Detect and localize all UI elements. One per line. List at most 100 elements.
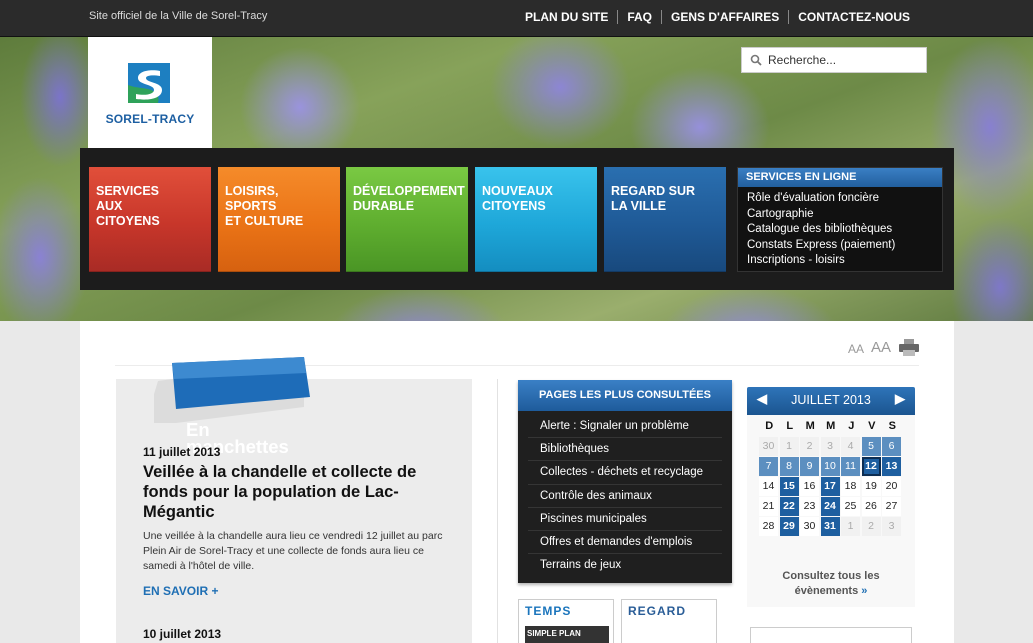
read-more-link[interactable]: EN SAVOIR + bbox=[143, 584, 218, 598]
thumbnail-label: SIMPLE PLAN bbox=[527, 629, 581, 638]
calendar-day[interactable]: 12 bbox=[861, 457, 881, 476]
nav-tile-services-citizens[interactable]: SERVICES AUX CITOYENS bbox=[89, 167, 211, 272]
publication-thumbnail-temps-libre[interactable]: TEMPS SIMPLE PLAN bbox=[518, 599, 614, 643]
calendar-grid: 30 1 2 3 4 5 6 7 8 9 10 11 12 13 14 15 16 17 18 19 20 21 22 23 2… bbox=[747, 435, 915, 536]
calendar-day[interactable]: 1 bbox=[779, 437, 799, 456]
main-content: AA AA En manchettes 11 juillet 2013 Veil… bbox=[80, 321, 954, 643]
decrease-text-button[interactable]: AA bbox=[848, 342, 864, 356]
calendar-day[interactable]: 14 bbox=[759, 477, 778, 496]
top-links: PLAN DU SITE FAQ GENS D'AFFAIRES CONTACT… bbox=[516, 10, 919, 24]
increase-text-button[interactable]: AA bbox=[871, 339, 891, 356]
calendar-day[interactable]: 8 bbox=[779, 457, 799, 476]
calendar-weekday: M bbox=[826, 420, 836, 432]
calendar-weekday: V bbox=[868, 420, 876, 432]
nav-tile-leisure[interactable]: LOISIRS, SPORTS ET CULTURE bbox=[218, 167, 340, 272]
contact-link[interactable]: CONTACTEZ-NOUS bbox=[788, 10, 919, 24]
calendar-day[interactable]: 6 bbox=[882, 437, 901, 456]
online-service-link[interactable]: Catalogue des bibliothèques bbox=[747, 222, 942, 238]
calendar-day[interactable]: 5 bbox=[861, 437, 881, 456]
calendar-weekday: D bbox=[765, 420, 774, 432]
popular-page-link[interactable]: Alerte : Signaler un problème bbox=[528, 415, 722, 439]
calendar-weekday: S bbox=[888, 420, 896, 432]
site-logo[interactable]: SOREL-TRACY bbox=[88, 37, 212, 148]
calendar-next-icon[interactable]: ▶ bbox=[891, 387, 909, 413]
calendar-header: ◀ JUILLET 2013 ▶ bbox=[747, 387, 915, 415]
online-services-title: SERVICES EN LIGNE bbox=[738, 168, 942, 187]
calendar-day[interactable]: 27 bbox=[882, 497, 901, 516]
all-events-link[interactable]: Consultez tous les évènements » bbox=[747, 569, 915, 599]
all-events-text: Consultez tous les bbox=[782, 570, 880, 582]
all-events-text-line2: évènements » bbox=[747, 584, 915, 599]
calendar-day[interactable]: 10 bbox=[820, 457, 840, 476]
column-divider bbox=[497, 379, 498, 643]
calendar-day[interactable]: 31 bbox=[820, 517, 840, 536]
online-service-link[interactable]: Rôle d'évaluation foncière bbox=[747, 191, 942, 207]
site-map-link[interactable]: PLAN DU SITE bbox=[516, 10, 617, 24]
secondary-widget bbox=[750, 627, 912, 643]
calendar-day[interactable]: 18 bbox=[841, 477, 860, 496]
calendar-day[interactable]: 7 bbox=[759, 457, 778, 476]
calendar-day[interactable]: 28 bbox=[759, 517, 778, 536]
popular-page-link[interactable]: Offres et demandes d'emplois bbox=[528, 531, 722, 555]
calendar-day[interactable]: 29 bbox=[779, 517, 799, 536]
calendar-weekday: L bbox=[786, 420, 794, 432]
double-chevron-right-icon: » bbox=[861, 585, 868, 597]
online-service-link[interactable]: Cartographie bbox=[747, 207, 942, 223]
news-title[interactable]: Veillée à la chandelle et collecte de fo… bbox=[143, 462, 428, 522]
top-bar: Site officiel de la Ville de Sorel-Tracy… bbox=[0, 0, 1033, 37]
faq-link[interactable]: FAQ bbox=[617, 10, 661, 24]
news-date: 11 juillet 2013 bbox=[143, 445, 221, 459]
calendar-day[interactable]: 26 bbox=[861, 497, 881, 516]
popular-page-link[interactable]: Collectes - déchets et recyclage bbox=[528, 461, 722, 485]
search-box[interactable] bbox=[741, 47, 927, 73]
all-events-label: évènements bbox=[794, 585, 859, 597]
calendar-day[interactable]: 19 bbox=[861, 477, 881, 496]
calendar-weekday: J bbox=[848, 420, 855, 432]
publication-thumbnail-regard[interactable]: REGARD bbox=[621, 599, 717, 643]
calendar-day[interactable]: 15 bbox=[779, 477, 799, 496]
online-service-link[interactable]: Constats Express (paiement) bbox=[747, 238, 942, 254]
calendar-day[interactable]: 3 bbox=[820, 437, 840, 456]
calendar-day[interactable]: 9 bbox=[800, 457, 819, 476]
calendar-day[interactable]: 21 bbox=[759, 497, 778, 516]
popular-page-link[interactable]: Bibliothèques bbox=[528, 438, 722, 462]
site-official-text: Site officiel de la Ville de Sorel-Tracy bbox=[89, 10, 268, 22]
calendar-day[interactable]: 17 bbox=[820, 477, 840, 496]
print-icon[interactable] bbox=[899, 339, 920, 356]
nav-tile-sustainable[interactable]: DÉVELOPPEMENT DURABLE bbox=[346, 167, 468, 272]
popular-pages-panel: PAGES LES PLUS CONSULTÉES Alerte : Signa… bbox=[518, 380, 732, 583]
calendar-day[interactable]: 13 bbox=[882, 457, 901, 476]
calendar-day[interactable]: 30 bbox=[800, 517, 819, 536]
nav-tile-label: SERVICES AUX CITOYENS bbox=[96, 184, 160, 228]
nav-tile-label: DÉVELOPPEMENT DURABLE bbox=[353, 184, 465, 213]
calendar-day[interactable]: 30 bbox=[759, 437, 778, 456]
calendar-day[interactable]: 2 bbox=[861, 517, 881, 536]
calendar-weekday: M bbox=[805, 420, 815, 432]
business-link[interactable]: GENS D'AFFAIRES bbox=[661, 10, 788, 24]
calendar-day[interactable]: 3 bbox=[882, 517, 901, 536]
nav-tile-new-citizens[interactable]: NOUVEAUX CITOYENS bbox=[475, 167, 597, 272]
popular-page-link[interactable]: Piscines municipales bbox=[528, 508, 722, 531]
news-date: 10 juillet 2013 bbox=[143, 627, 222, 641]
thumbnail-title: TEMPS bbox=[525, 604, 572, 618]
calendar-day[interactable]: 11 bbox=[841, 457, 860, 476]
calendar-day[interactable]: 16 bbox=[800, 477, 819, 496]
calendar-month: JUILLET 2013 bbox=[791, 393, 871, 407]
calendar-day[interactable]: 1 bbox=[841, 517, 860, 536]
calendar-day[interactable]: 2 bbox=[800, 437, 819, 456]
calendar-day[interactable]: 4 bbox=[841, 437, 860, 456]
search-input[interactable] bbox=[768, 53, 918, 67]
nav-tile-regard-ville[interactable]: REGARD SUR LA VILLE bbox=[604, 167, 726, 272]
online-services-panel: SERVICES EN LIGNE Rôle d'évaluation fonc… bbox=[737, 167, 943, 272]
online-service-link[interactable]: Inscriptions - loisirs bbox=[747, 253, 942, 269]
calendar-day[interactable]: 25 bbox=[841, 497, 860, 516]
calendar-weekdays: DLMMJVS bbox=[747, 415, 915, 435]
calendar-day[interactable]: 23 bbox=[800, 497, 819, 516]
popular-page-link[interactable]: Contrôle des animaux bbox=[528, 485, 722, 508]
popular-page-link[interactable]: Terrains de jeux bbox=[528, 554, 722, 577]
calendar-day[interactable]: 20 bbox=[882, 477, 901, 496]
calendar-day[interactable]: 22 bbox=[779, 497, 799, 516]
popular-pages-title: PAGES LES PLUS CONSULTÉES bbox=[518, 380, 732, 411]
calendar-day[interactable]: 24 bbox=[820, 497, 840, 516]
calendar-prev-icon[interactable]: ◀ bbox=[753, 387, 771, 413]
